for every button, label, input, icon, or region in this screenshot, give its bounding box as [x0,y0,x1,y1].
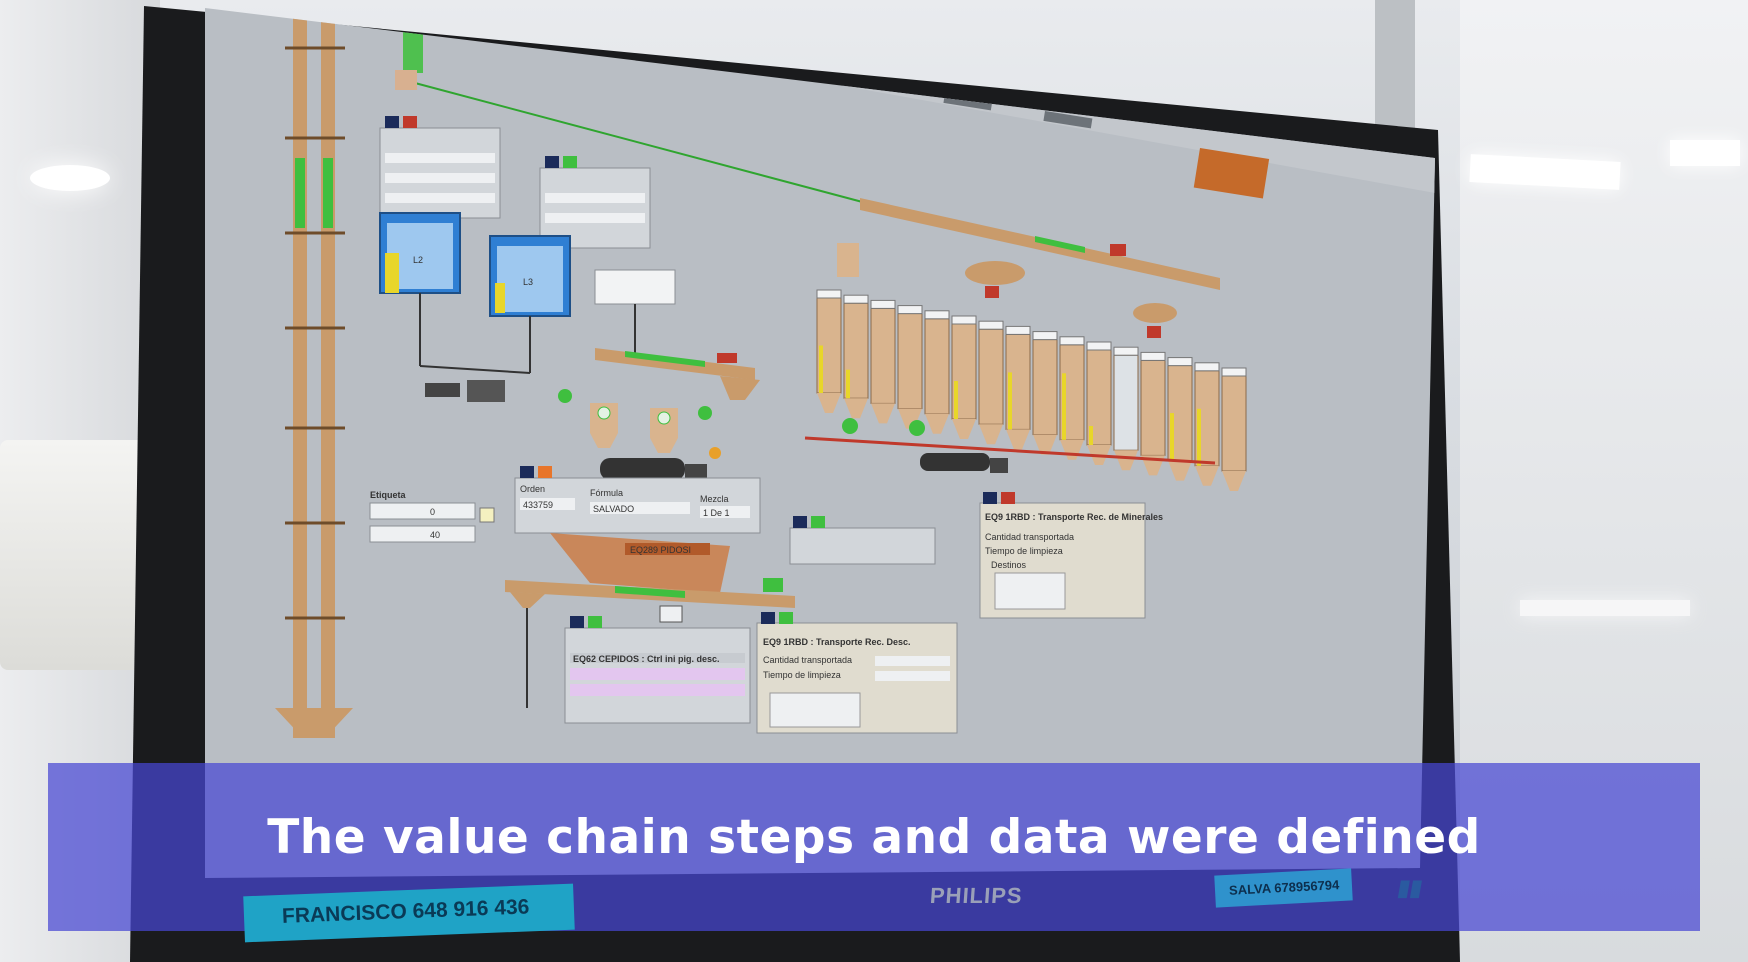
discharge-hopper [510,592,545,608]
small-silo[interactable] [837,243,859,277]
status-lamp [909,420,925,436]
mini-order-panel [789,516,936,565]
hopper-tank-l3[interactable]: L3 [489,235,571,317]
silo[interactable] [1113,346,1139,471]
order-value: 433759 [523,500,553,510]
field-label: Destinos [991,560,1027,570]
transport-panel: EQ9 1RBD : Transporte Rec. Desc. Cantida… [756,612,958,734]
field-label: Tiempo de limpieza [985,546,1063,556]
silo[interactable] [897,305,923,429]
silo[interactable] [1194,362,1220,486]
screw-conveyor[interactable] [595,348,755,380]
elevator-hopper [275,708,353,738]
silo[interactable] [1086,341,1112,465]
top-conveyor[interactable] [860,198,1220,290]
silo[interactable] [1140,351,1166,476]
silo[interactable] [816,289,842,413]
silo[interactable] [924,310,950,434]
etiqueta-label: Etiqueta [370,490,406,500]
panel-title: EQ9 1RBD : Transporte Rec. Desc. [763,637,911,647]
silo[interactable] [1032,331,1058,455]
elevator-active-segment [295,158,333,228]
silo[interactable] [978,320,1004,445]
status-lamp [842,418,858,434]
field-label: Cantidad transportada [985,532,1074,542]
order-header: Orden [520,484,545,494]
hopper-label: L3 [523,277,533,287]
formula-value: SALVADO [593,504,634,514]
valve-icon[interactable] [659,605,683,623]
scada-screen: Ayudas Programador L2 L3 Orden Fórmula M… [205,8,1435,878]
silo[interactable] [1221,367,1247,491]
hopper-label: L2 [413,255,423,265]
sticker-logo: ▮▮ [1395,875,1425,900]
panel-title: EQ62 CEPIDOS : Ctrl ini pig. desc. [573,654,720,664]
silo[interactable] [1005,325,1031,450]
formula-header: Fórmula [590,488,623,498]
ceiling-light [1670,140,1740,166]
pump[interactable] [425,383,460,397]
silo[interactable] [843,294,869,419]
mixer-label: EQ289 PIDOSI [630,545,691,555]
order-panel [539,156,651,249]
distributor[interactable] [1133,303,1177,338]
hopper-tank-l2[interactable]: L2 [379,212,461,294]
ceiling-light [30,165,110,191]
tanker-truck [920,453,1008,473]
etiqueta-value: 40 [430,530,440,540]
elevator-pipe [293,8,307,738]
mix-value: 1 De 1 [703,508,730,518]
order-panel [379,116,501,219]
monitor-brand: PHILIPS [929,883,1024,908]
feed-label-box [594,269,676,305]
alarm-lamp [709,447,721,459]
menu-item-ayudas[interactable]: Ayudas [667,24,699,39]
status-lamp [558,389,572,403]
small-silo[interactable] [650,408,678,453]
motor[interactable] [467,380,505,402]
stored-bags [0,440,150,670]
small-silo[interactable] [590,403,618,448]
video-subtitle: The value chain steps and data were defi… [267,810,1481,865]
scada-diagram: Ayudas Programador L2 L3 Orden Fórmula M… [275,8,1435,738]
menu-item-programador[interactable]: Programador [745,40,798,58]
elevator-pipe [321,8,335,738]
silo[interactable] [951,315,977,439]
pipe-line [419,365,531,374]
dosing-valve[interactable] [403,18,423,73]
label-counter: Etiqueta 0 40 [369,490,495,543]
etiqueta-value: 0 [430,507,435,517]
silo[interactable] [1059,336,1085,460]
panel-title: EQ9 1RBD : Transporte Rec. de Minerales [985,512,1163,522]
discharge-hopper [720,376,760,400]
silo[interactable] [870,299,896,424]
field-label: Tiempo de limpieza [763,670,841,680]
mix-header: Mezcla [700,494,729,504]
dosing-hopper [395,70,417,90]
edit-icon[interactable] [479,507,495,523]
minerals-panel: EQ9 1RBD : Transporte Rec. de Minerales … [979,492,1163,619]
status-lamp [698,406,712,420]
conveyor-control-panel: EQ62 CEPIDOS : Ctrl ini pig. desc. [564,616,751,724]
ceiling-light [1520,600,1690,616]
photo-scene: Ayudas Programador L2 L3 Orden Fórmula M… [0,0,1748,962]
distributor[interactable] [965,261,1025,298]
field-label: Cantidad transportada [763,655,852,665]
